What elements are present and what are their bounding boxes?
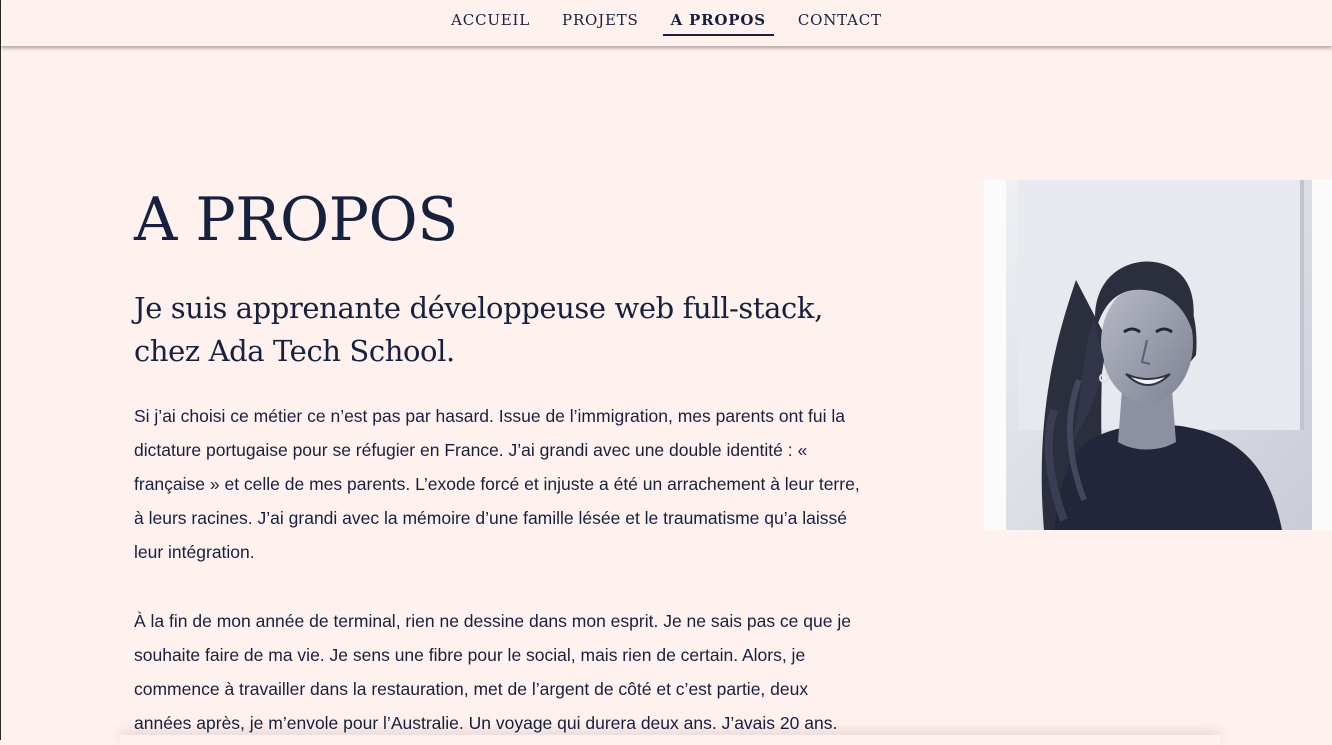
bottom-shadow [120, 735, 1220, 745]
nav-menu: ACCUEIL PROJETS A PROPOS CONTACT [1, 0, 1332, 46]
window-left-edge [0, 0, 1, 740]
top-navigation: ACCUEIL PROJETS A PROPOS CONTACT [1, 0, 1332, 46]
portrait-photo [984, 180, 1332, 530]
intro-subtitle: Je suis apprenante développeuse web full… [134, 291, 823, 368]
page-title: A PROPOS [134, 185, 458, 255]
nav-item-contact[interactable]: CONTACT [790, 0, 890, 36]
nav-item-accueil[interactable]: ACCUEIL [443, 0, 538, 36]
portrait-illustration [984, 180, 1332, 530]
about-paragraph-1: Si j’ai choisi ce métier ce n’est pas pa… [134, 406, 860, 562]
nav-item-projets[interactable]: PROJETS [554, 0, 647, 36]
nav-item-a-propos[interactable]: A PROPOS [662, 0, 774, 36]
about-paragraph-2: À la fin de mon année de terminal, rien … [134, 611, 851, 733]
